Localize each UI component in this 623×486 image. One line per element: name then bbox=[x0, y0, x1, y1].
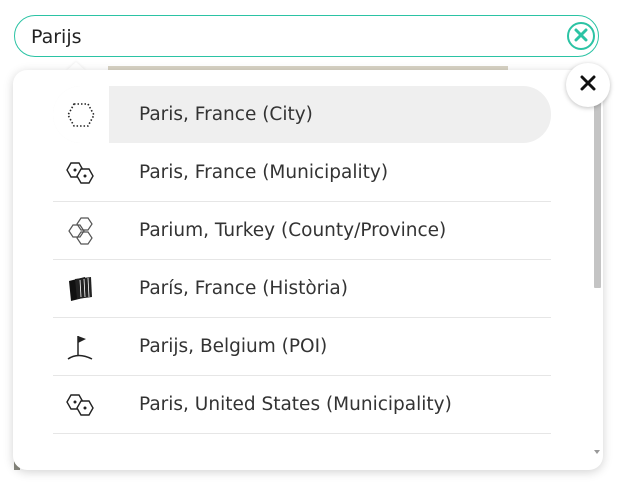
scrollbar-thumb[interactable] bbox=[594, 98, 601, 288]
result-label: Paris, United States (Municipality) bbox=[139, 394, 452, 415]
clear-x-icon bbox=[574, 27, 588, 46]
result-label: Parium, Turkey (County/Province) bbox=[139, 220, 447, 241]
city-outline-icon bbox=[53, 86, 109, 143]
result-label: París, France (Història) bbox=[139, 278, 348, 299]
search-results-dropdown: Paris, France (City) Paris, France (Muni… bbox=[13, 70, 603, 470]
result-item-partial[interactable] bbox=[53, 434, 551, 470]
result-label: Paris, France (Municipality) bbox=[139, 162, 389, 183]
municipality-icon bbox=[53, 376, 109, 433]
poi-flag-icon bbox=[53, 318, 109, 375]
result-item[interactable]: Parium, Turkey (County/Province) bbox=[53, 202, 551, 260]
result-item[interactable]: Paris, United States (Municipality) bbox=[53, 376, 551, 434]
search-bar bbox=[14, 15, 599, 57]
search-input[interactable] bbox=[31, 24, 551, 50]
history-books-icon bbox=[53, 260, 109, 317]
result-item[interactable]: Paris, France (Municipality) bbox=[53, 144, 551, 202]
scroll-down-arrow[interactable] bbox=[594, 450, 600, 454]
clear-search-button[interactable] bbox=[567, 22, 595, 50]
result-label: Paris, France (City) bbox=[139, 104, 313, 125]
partial-result-icon bbox=[53, 434, 109, 470]
close-x-icon bbox=[580, 75, 596, 95]
municipality-icon bbox=[53, 144, 109, 201]
result-item[interactable]: París, France (Història) bbox=[53, 260, 551, 318]
county-province-icon bbox=[53, 202, 109, 259]
results-list: Paris, France (City) Paris, France (Muni… bbox=[53, 86, 551, 470]
result-item[interactable]: Parijs, Belgium (POI) bbox=[53, 318, 551, 376]
close-results-button[interactable] bbox=[566, 63, 610, 107]
result-label: Parijs, Belgium (POI) bbox=[139, 336, 328, 357]
result-item[interactable]: Paris, France (City) bbox=[53, 86, 551, 143]
